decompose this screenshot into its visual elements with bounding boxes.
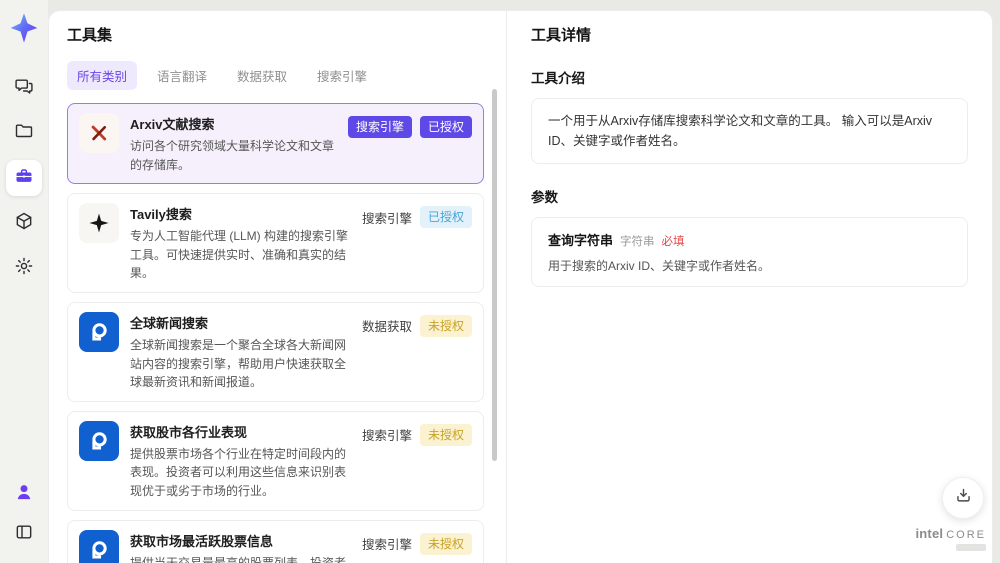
brand-sub-badge: [956, 544, 986, 551]
app-window: 工具集 所有类别 语言翻译 数据获取 搜索引擎 Arxiv文献搜索 访问各个研究领域大…: [0, 0, 1000, 563]
chat-icon: [14, 76, 34, 101]
news-bubble-icon: [79, 311, 119, 352]
sidebar: [0, 0, 48, 563]
brand-core-text: core: [946, 529, 986, 541]
tool-description: 专为人工智能代理 (LLM) 构建的搜索引擎工具。可快速提供实时、准确和真实的结…: [130, 229, 349, 281]
param-required-flag: 必填: [661, 236, 685, 248]
category-tabs: 所有类别 语言翻译 数据获取 搜索引擎: [67, 61, 484, 90]
tool-description: 提供当天交易量最高的股票列表。投资者可以利用这些信息来识别流动性强的股票和潜在的…: [130, 555, 347, 563]
intro-heading: 工具介绍: [531, 71, 585, 86]
tool-list-item[interactable]: Arxiv文献搜索 访问各个研究领域大量科学论文和文章的存储库。 搜索引擎 已授…: [67, 103, 484, 185]
folder-icon: [14, 121, 34, 146]
tool-description: 访问各个研究领域大量科学论文和文章的存储库。: [130, 139, 335, 172]
details-title: 工具详情: [531, 27, 592, 44]
download-button[interactable]: [942, 477, 984, 519]
page-title: 工具集: [67, 27, 113, 44]
param-card: 查询字符串 字符串 必填 用于搜索的Arxiv ID、关键字或作者姓名。: [531, 217, 968, 287]
sidebar-item-cube[interactable]: [6, 205, 42, 241]
tool-auth-badge: 未授权: [419, 423, 472, 446]
tool-list-item[interactable]: 全球新闻搜索 全球新闻搜索是一个聚合全球各大新闻网站内容的搜索引擎，帮助用户快速…: [67, 301, 484, 402]
tool-auth-badge: 未授权: [419, 532, 472, 555]
sidebar-item-folder[interactable]: [6, 115, 42, 151]
tool-name: Arxiv文献搜索: [130, 117, 215, 132]
cube-icon: [14, 211, 34, 236]
briefcase-icon: [14, 166, 34, 191]
sidebar-nav: [6, 70, 42, 286]
tool-category-badge: 搜索引擎: [347, 116, 412, 138]
panel-toggle-icon: [14, 522, 34, 547]
tool-auth-badge: 已授权: [419, 116, 472, 138]
tool-category-badge: 搜索引擎: [361, 538, 412, 553]
category-tab[interactable]: 所有类别: [67, 61, 138, 90]
sidebar-bottom: [9, 479, 39, 549]
tool-category-badge: 搜索引擎: [361, 429, 412, 444]
tool-category-badge: 搜索引擎: [361, 211, 412, 226]
list-scrollbar[interactable]: [492, 89, 497, 461]
main-card: 工具集 所有类别 语言翻译 数据获取 搜索引擎 Arxiv文献搜索 访问各个研究领域大…: [48, 10, 993, 563]
tool-auth-badge: 未授权: [419, 314, 472, 337]
sidebar-item-gear[interactable]: [6, 250, 42, 286]
sparkle-icon: [79, 203, 119, 244]
tool-details-pane: 工具详情 工具介绍 一个用于从Arxiv存储库搜索科学论文和文章的工具。 输入可…: [506, 11, 992, 563]
param-type: 字符串: [620, 236, 655, 248]
tool-name: 获取市场最活跃股票信息: [130, 533, 274, 549]
news-bubble-icon: [79, 529, 119, 563]
intel-core-logo: intel core: [915, 526, 986, 551]
tool-name: Tavily搜索: [130, 207, 192, 223]
tool-list: Arxiv文献搜索 访问各个研究领域大量科学论文和文章的存储库。 搜索引擎 已授…: [67, 103, 484, 563]
param-name: 查询字符串: [548, 233, 614, 248]
app-logo[interactable]: [8, 12, 40, 44]
tool-name: 获取股市各行业表现: [130, 424, 248, 440]
tool-auth-badge: 已授权: [419, 206, 472, 229]
gear-icon: [14, 256, 34, 281]
brand-intel-text: intel: [915, 526, 944, 541]
tool-list-item[interactable]: 获取股市各行业表现 提供股票市场各个行业在特定时间段内的表现。投资者可以利用这些…: [67, 410, 484, 511]
tool-list-item[interactable]: Tavily搜索 专为人工智能代理 (LLM) 构建的搜索引擎工具。可快速提供实…: [67, 193, 484, 293]
category-tab[interactable]: 语言翻译: [147, 61, 217, 90]
download-icon: [954, 486, 973, 510]
sidebar-item-user[interactable]: [9, 479, 39, 509]
arxiv-icon: [79, 113, 119, 153]
intro-card: 一个用于从Arxiv存储库搜索科学论文和文章的工具。 输入可以是Arxiv ID…: [531, 98, 968, 164]
sidebar-item-chat[interactable]: [6, 70, 42, 106]
params-heading: 参数: [531, 190, 558, 205]
tool-name: 全球新闻搜索: [130, 315, 209, 331]
tool-description: 提供股票市场各个行业在特定时间段内的表现。投资者可以利用这些信息来识别表现优于或…: [130, 446, 347, 498]
tool-description: 全球新闻搜索是一个聚合全球各大新闻网站内容的搜索引擎，帮助用户快速获取全球最新资…: [130, 337, 347, 390]
sidebar-item-briefcase[interactable]: [6, 160, 42, 196]
news-bubble-icon: [79, 420, 119, 461]
category-tab[interactable]: 数据获取: [227, 61, 297, 90]
param-description: 用于搜索的Arxiv ID、关键字或作者姓名。: [548, 259, 771, 273]
intro-text: 一个用于从Arxiv存储库搜索科学论文和文章的工具。 输入可以是Arxiv ID…: [548, 114, 933, 148]
toolset-pane: 工具集 所有类别 语言翻译 数据获取 搜索引擎 Arxiv文献搜索 访问各个研究领域大…: [49, 11, 506, 563]
category-tab[interactable]: 搜索引擎: [307, 61, 377, 90]
tool-category-badge: 数据获取: [361, 320, 412, 335]
sidebar-item-panel-toggle[interactable]: [9, 519, 39, 549]
user-icon: [14, 482, 34, 507]
tool-list-item[interactable]: 获取市场最活跃股票信息 提供当天交易量最高的股票列表。投资者可以利用这些信息来识…: [67, 519, 484, 563]
